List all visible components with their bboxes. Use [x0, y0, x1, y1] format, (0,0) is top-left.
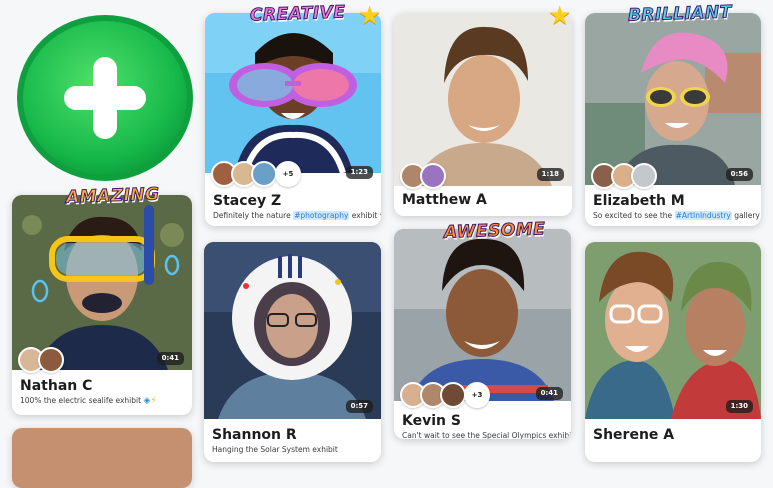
add-video-button[interactable]: [16, 14, 194, 182]
plus-icon: [17, 15, 193, 181]
video-card-nathan[interactable]: 0:41 Nathan C 100% the electric sealife …: [12, 195, 192, 415]
leaf-icon: ✿: [380, 211, 381, 221]
video-duration: 0:41: [535, 387, 563, 400]
video-duration: 1:30: [725, 400, 753, 413]
video-thumbnail: [12, 428, 192, 488]
video-thumbnail: [12, 195, 192, 370]
more-viewers-count: +5: [275, 161, 301, 187]
video-thumbnail: [585, 13, 761, 185]
video-card-shannon[interactable]: 0:57 Shannon R Hanging the Solar System …: [204, 242, 381, 462]
video-duration: 0:41: [156, 352, 184, 365]
hashtag-link[interactable]: #photography: [293, 211, 350, 220]
creator-name: Kevin S: [402, 413, 461, 429]
sticker-creative: CREATIVE: [249, 2, 346, 26]
creator-name: Stacey Z: [213, 193, 282, 209]
caption-text: 100% the electric sealife exhibit: [20, 396, 142, 405]
video-card-stacey[interactable]: +5 1:23 Stacey Z Definitely the nature #…: [205, 13, 381, 226]
video-card-matthew[interactable]: 1:18 Matthew A: [394, 13, 572, 216]
video-thumbnail: [204, 242, 381, 419]
creator-name: Matthew A: [402, 192, 487, 208]
avatar: [631, 163, 657, 189]
video-thumbnail: [205, 13, 381, 173]
caption-text: Can't wait to see the Special Olympics e…: [402, 431, 571, 439]
creator-name: Elizabeth M: [593, 193, 685, 209]
viewer-avatars[interactable]: [400, 163, 446, 189]
viewer-avatars[interactable]: [591, 163, 657, 189]
sticker-brilliant: BRILLIANT: [627, 2, 733, 27]
video-duration: 1:23: [345, 166, 373, 179]
caption-text: Definitely the nature: [213, 211, 294, 220]
video-thumbnail: [394, 13, 572, 186]
video-duration: 1:18: [536, 168, 564, 181]
video-thumbnail: [394, 229, 571, 401]
avatar: [420, 163, 446, 189]
video-caption: Can't wait to see the Special Olympics e…: [402, 431, 571, 439]
creator-name: Nathan C: [20, 378, 93, 394]
caption-text: gallery: [731, 211, 760, 220]
video-caption: 100% the electric sealife exhibit ◈⚡: [20, 396, 157, 406]
featured-star-icon: ★: [358, 1, 382, 31]
video-caption: Hanging the Solar System exhibit: [212, 445, 338, 454]
hashtag-link[interactable]: #ArtInIndustry: [674, 211, 732, 220]
sticker-amazing: AMAZING: [65, 184, 160, 208]
viewer-avatars[interactable]: +3: [400, 382, 490, 408]
caption-text: So excited to see the: [593, 211, 675, 220]
video-duration: 0:56: [725, 168, 753, 181]
avatar: [38, 347, 64, 373]
video-card-kevin[interactable]: +3 0:41 Kevin S Can't wait to see the Sp…: [394, 229, 571, 439]
viewer-avatars[interactable]: +5: [211, 161, 301, 187]
video-duration: 0:57: [345, 400, 373, 413]
more-viewers-count: +3: [464, 382, 490, 408]
video-caption: Definitely the nature #photography exhib…: [213, 211, 381, 221]
video-thumbnail: [585, 242, 761, 419]
video-card-sherene[interactable]: 1:30 Sherene A: [585, 242, 761, 462]
video-caption: So excited to see the #ArtInIndustry gal…: [593, 211, 760, 220]
lightning-icon: ⚡: [150, 396, 157, 406]
creator-name: Shannon R: [212, 427, 297, 443]
featured-star-icon: ★: [548, 1, 572, 31]
video-card-partial[interactable]: [12, 428, 192, 488]
caption-text: exhibit: [349, 211, 378, 220]
sticker-awesome: AWESOME: [443, 219, 546, 244]
viewer-avatars[interactable]: [18, 347, 64, 373]
video-card-elizabeth[interactable]: 0:56 Elizabeth M So excited to see the #…: [585, 13, 761, 226]
creator-name: Sherene A: [593, 427, 675, 443]
avatar: [251, 161, 277, 187]
avatar: [440, 382, 466, 408]
